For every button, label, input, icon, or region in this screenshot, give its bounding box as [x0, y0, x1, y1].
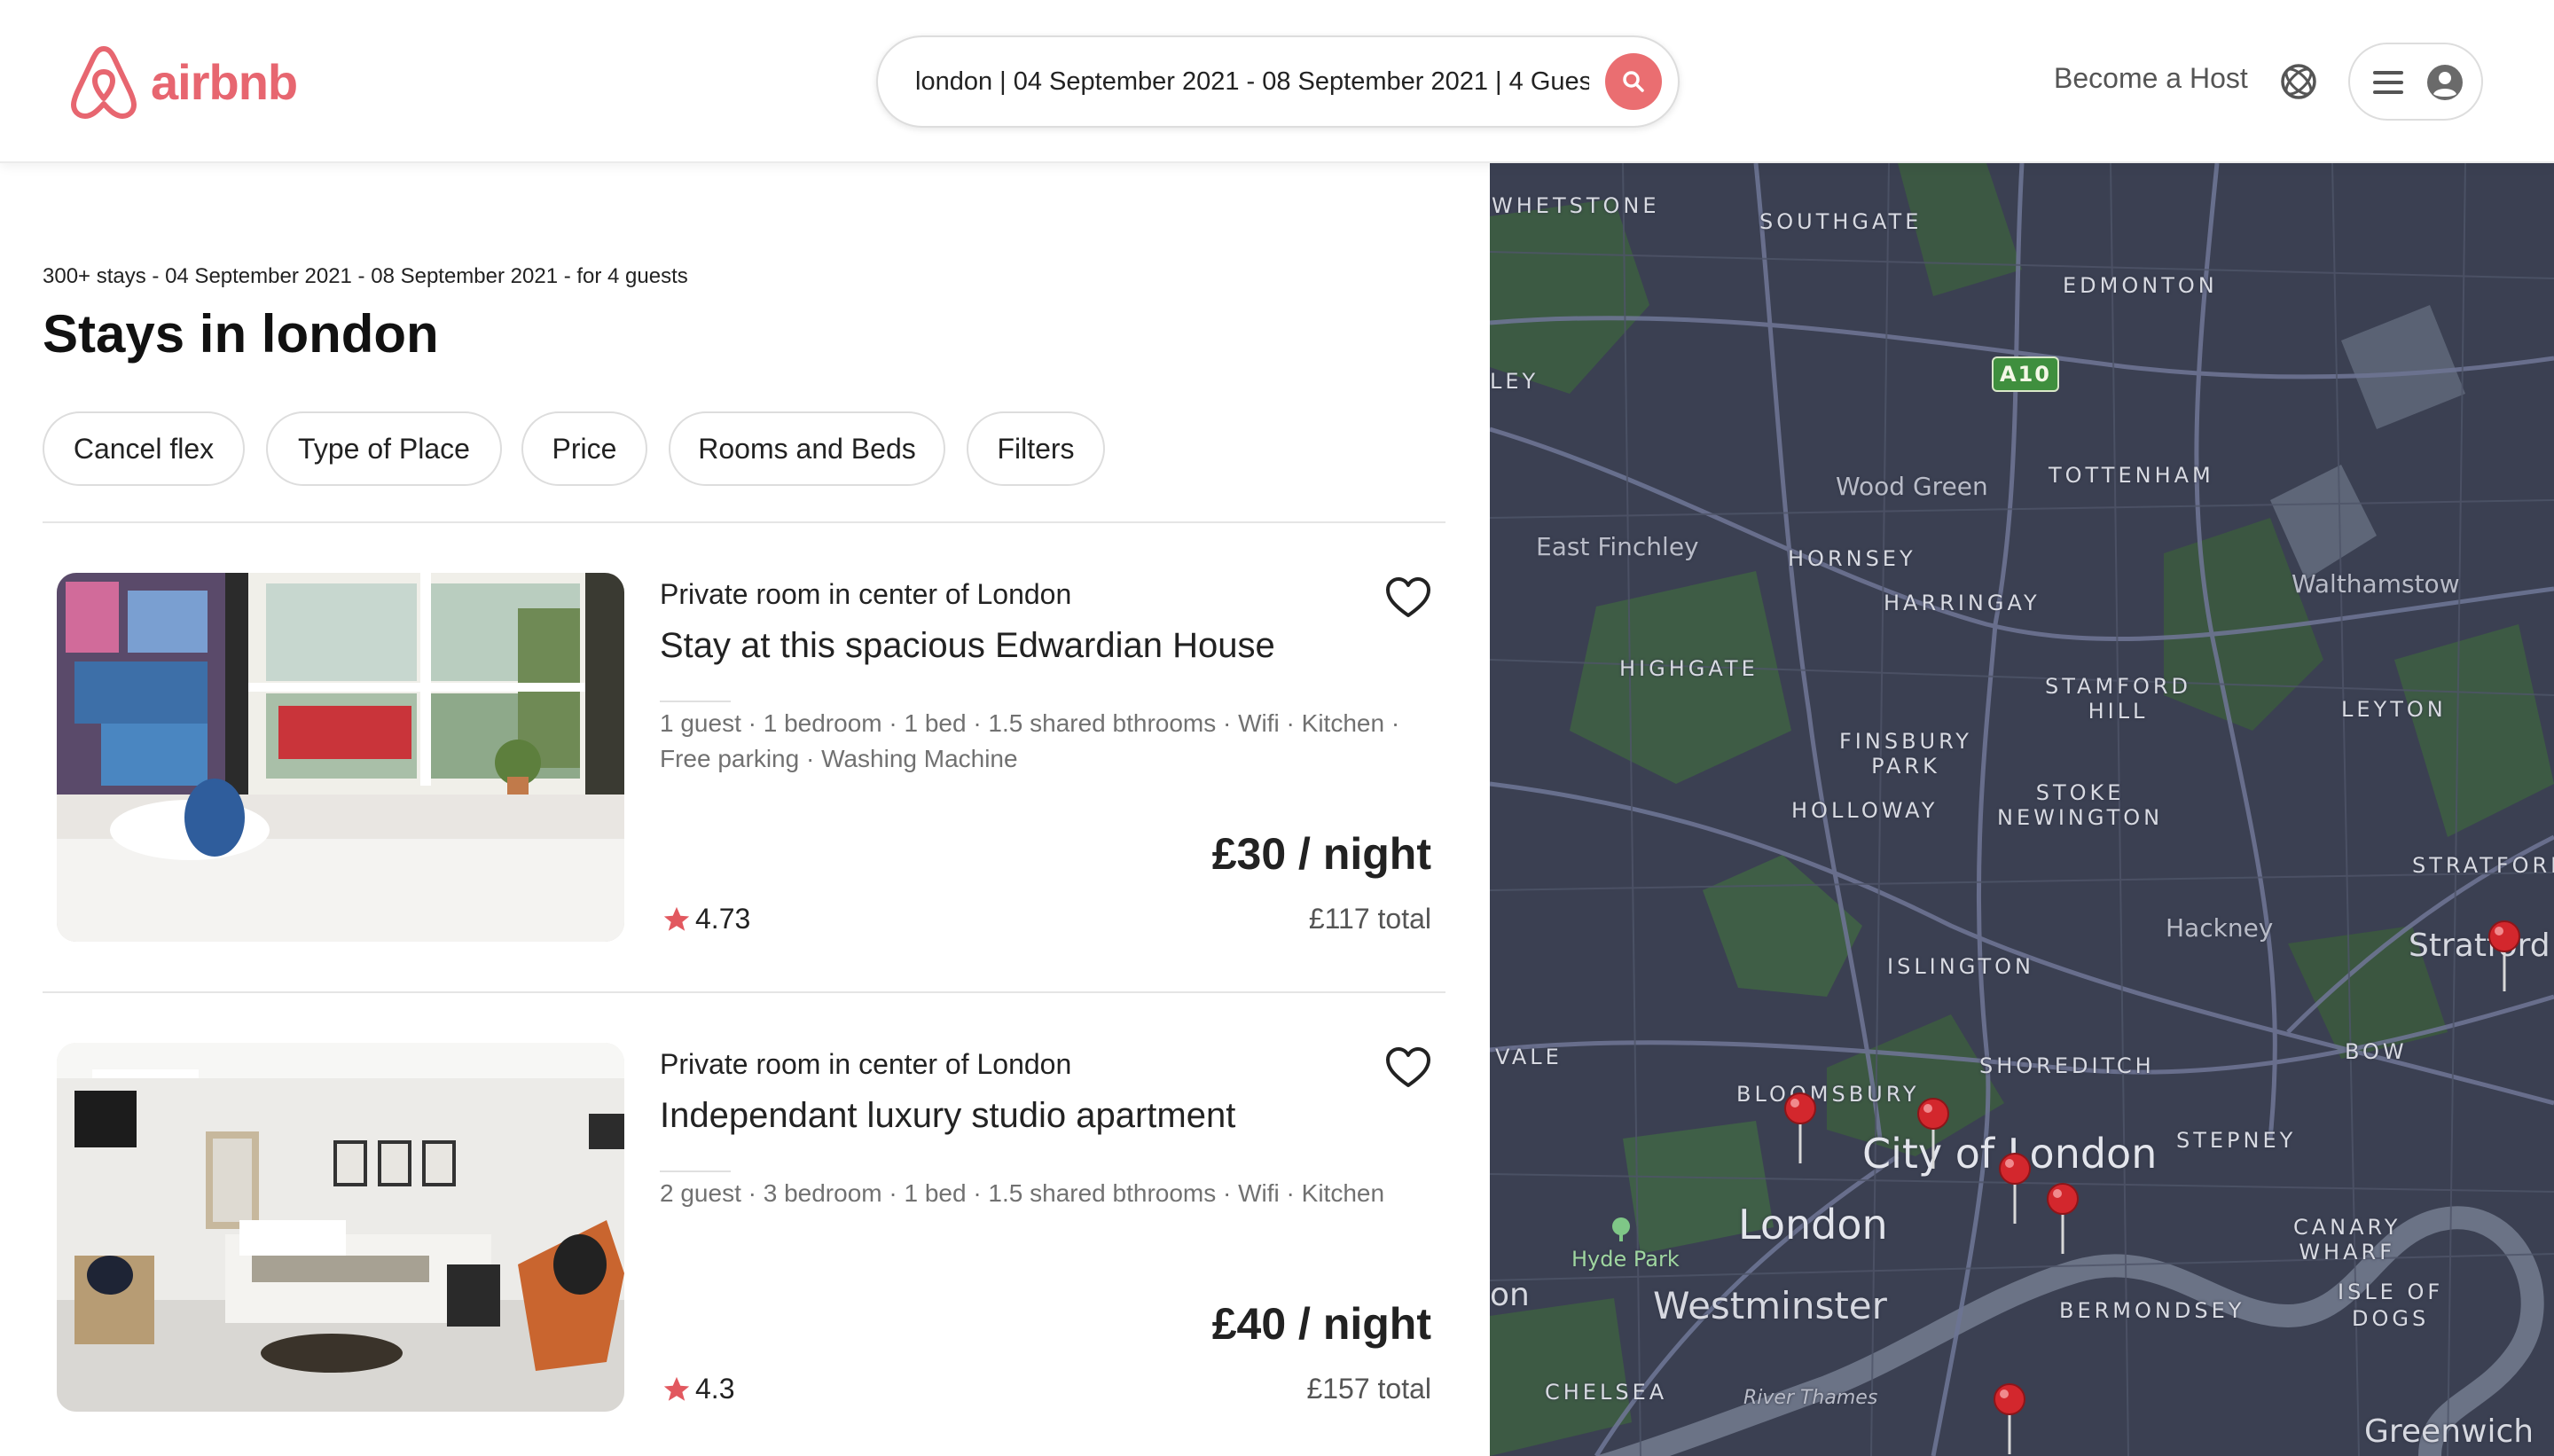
- map-label: on: [1490, 1277, 1530, 1313]
- user-menu-button[interactable]: [2348, 43, 2483, 121]
- page-title: Stays in london: [43, 304, 439, 364]
- park-tree-icon: [1612, 1217, 1630, 1241]
- road-badge-a10: A10: [1992, 356, 2059, 392]
- user-avatar-icon: [2427, 65, 2463, 100]
- map-label: STAMFORD HILL: [2045, 674, 2192, 724]
- listing-amenities: 1 guest · 1 bedroom · 1 bed · 1.5 shared…: [660, 709, 1400, 772]
- map-label: STOKE NEWINGTON: [1997, 780, 2164, 830]
- map-pin-icon[interactable]: [2045, 1181, 2080, 1256]
- bedroom-photo-image: [57, 573, 624, 942]
- map-pin-icon[interactable]: [2487, 919, 2522, 993]
- listing-photo[interactable]: [57, 573, 624, 942]
- map-label: BERMONDSEY: [2059, 1298, 2245, 1323]
- map-pin-icon[interactable]: [1992, 1382, 2027, 1456]
- filter-cancel-flex-button[interactable]: Cancel flex: [43, 411, 245, 486]
- map-label: Walthamstow: [2292, 569, 2460, 599]
- become-a-host-link[interactable]: Become a Host: [2054, 62, 2248, 95]
- map-label: HOLLOWAY: [1791, 798, 1939, 823]
- map-label: River Thames: [1743, 1387, 1878, 1409]
- listing-title[interactable]: Stay at this spacious Edwardian House: [660, 626, 1275, 666]
- map-label: SOUTHGATE: [1759, 209, 1923, 234]
- map-label: EDMONTON: [2063, 273, 2218, 298]
- rating-value: 4.3: [695, 1373, 735, 1405]
- divider: [43, 991, 1445, 993]
- airbnb-logo[interactable]: airbnb: [69, 43, 298, 121]
- map-label: SHOREDITCH: [1979, 1053, 2155, 1078]
- language-globe-icon[interactable]: [2279, 62, 2318, 101]
- map-label: LEY: [1490, 369, 1539, 394]
- map-label: ISLE OF DOGS: [2338, 1280, 2444, 1331]
- listing-total-price: £157 total: [1306, 1373, 1431, 1405]
- hamburger-menu-icon: [2373, 71, 2403, 94]
- listing-rating: 4.3: [662, 1373, 734, 1405]
- map-label: STRATFORD: [2412, 853, 2554, 878]
- map-label: BLOOMSBURY: [1736, 1082, 1920, 1107]
- divider: [43, 521, 1445, 523]
- filter-type-of-place-button[interactable]: Type of Place: [266, 411, 502, 486]
- map-label: TOTTENHAM: [2049, 463, 2214, 488]
- filter-more-filters-button[interactable]: Filters: [967, 411, 1105, 486]
- map-label: CHELSEA: [1545, 1380, 1668, 1405]
- map-label: Westminster: [1653, 1284, 1887, 1327]
- map-label: Hackney: [2166, 913, 2274, 943]
- logo-wordmark: airbnb: [151, 53, 298, 110]
- listing-card[interactable]: Private room in center of London Stay at…: [43, 573, 1445, 945]
- map-pin-icon[interactable]: [1916, 1096, 1951, 1170]
- airbnb-belo-icon: [71, 46, 137, 119]
- top-navigation-bar: airbnb london | 04 September 2021 - 08 S…: [0, 0, 2554, 163]
- search-icon: [1623, 71, 1644, 92]
- filter-price-button[interactable]: Price: [521, 411, 647, 486]
- map-label: Stratford: [2409, 928, 2550, 964]
- results-map[interactable]: A10 WHETSTONE SOUTHGATE EDMONTON LEY Woo…: [1490, 163, 2554, 1456]
- listing-price: £40 / night: [1211, 1299, 1431, 1349]
- results-summary: 300+ stays - 04 September 2021 - 08 Sept…: [43, 264, 688, 288]
- search-button[interactable]: [1605, 53, 1662, 110]
- heart-icon[interactable]: [1385, 576, 1431, 619]
- listing-type: Private room in center of London: [660, 1048, 1072, 1080]
- rating-value: 4.73: [695, 903, 751, 935]
- listing-photo[interactable]: [57, 1043, 624, 1412]
- listing-rating: 4.73: [662, 903, 750, 935]
- map-label: Hyde Park: [1571, 1247, 1680, 1272]
- map-label: STEPNEY: [2176, 1128, 2297, 1153]
- search-bar[interactable]: london | 04 September 2021 - 08 Septembe…: [876, 35, 1680, 128]
- map-label: HARRINGAY: [1884, 591, 2041, 615]
- divider: [660, 701, 731, 702]
- map-label: BOW: [2345, 1039, 2408, 1064]
- map-pin-icon[interactable]: [1782, 1091, 1818, 1165]
- map-label: ISLINGTON: [1887, 954, 2034, 979]
- filter-rooms-and-beds-button[interactable]: Rooms and Beds: [669, 411, 945, 486]
- map-label: LEYTON: [2341, 697, 2447, 722]
- heart-icon[interactable]: [1385, 1046, 1431, 1089]
- map-label: Wood Green: [1836, 472, 1988, 501]
- listing-type: Private room in center of London: [660, 578, 1072, 610]
- map-label: WHETSTONE: [1492, 193, 1660, 218]
- map-label: Greenwich: [2364, 1413, 2534, 1450]
- map-label: CANARY WHARF: [2293, 1215, 2401, 1264]
- map-label: HIGHGATE: [1619, 656, 1759, 681]
- map-pin-icon[interactable]: [1997, 1151, 2033, 1225]
- star-icon: [663, 906, 690, 931]
- map-label: FINSBURY PARK: [1839, 729, 1972, 779]
- star-icon: [663, 1376, 690, 1401]
- listing-card[interactable]: Private room in center of London Indepen…: [43, 1043, 1445, 1415]
- search-query-text[interactable]: london | 04 September 2021 - 08 Septembe…: [915, 37, 1589, 126]
- listing-total-price: £117 total: [1308, 903, 1431, 935]
- map-label: East Finchley: [1536, 532, 1699, 561]
- divider: [660, 1170, 731, 1172]
- map-label: VALE: [1495, 1045, 1563, 1069]
- map-label: London: [1738, 1201, 1888, 1249]
- map-label: HORNSEY: [1788, 546, 1916, 571]
- listing-price: £30 / night: [1211, 829, 1431, 879]
- listing-amenities: 2 guest · 3 bedroom · 1 bed · 1.5 shared…: [660, 1179, 1385, 1207]
- listing-title[interactable]: Independant luxury studio apartment: [660, 1096, 1235, 1136]
- studio-apartment-photo-image: [57, 1043, 624, 1412]
